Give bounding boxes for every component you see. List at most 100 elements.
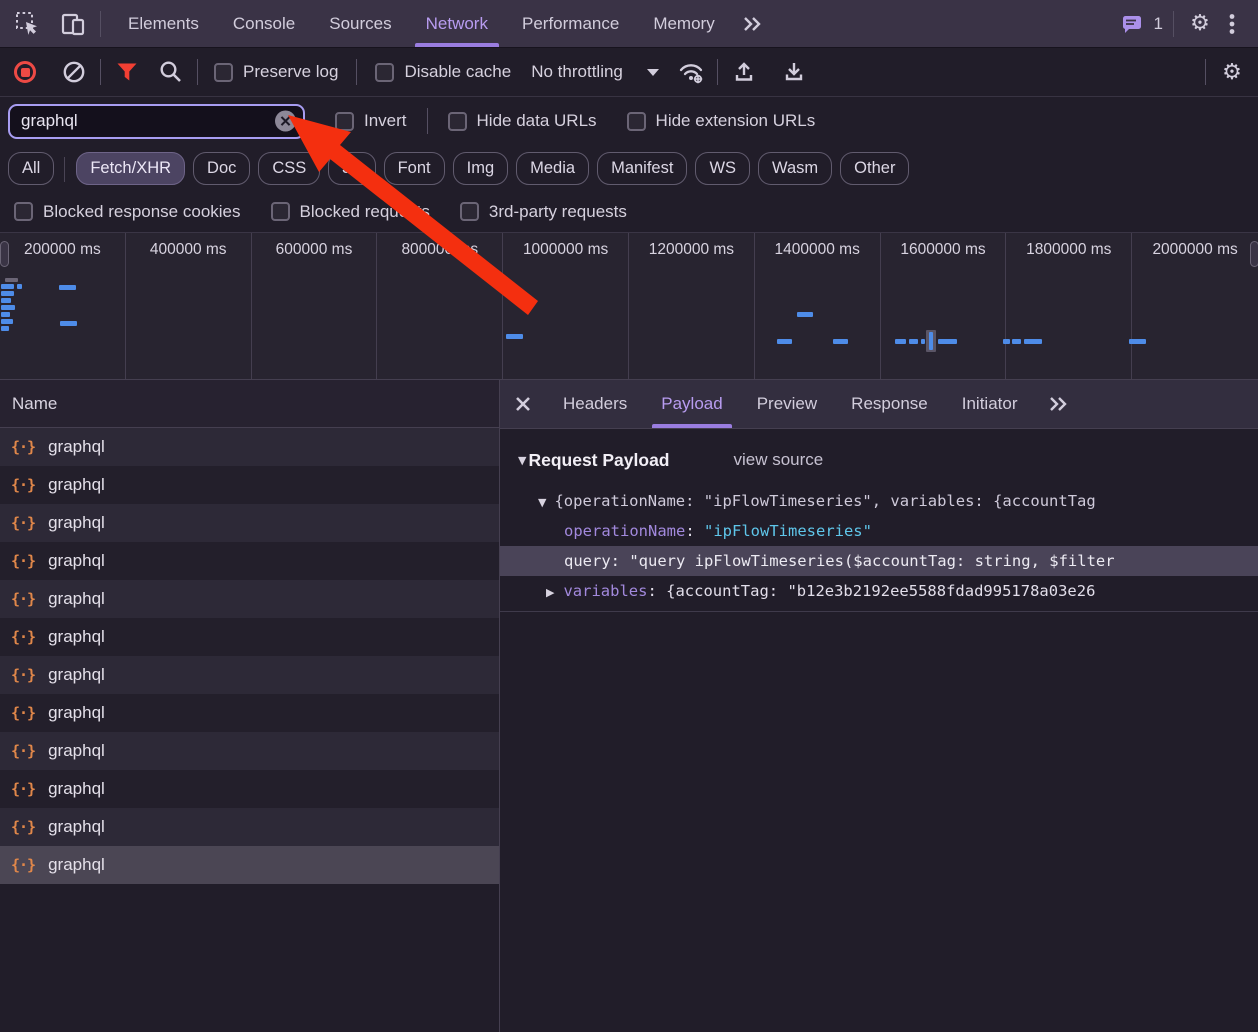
hide-extension-urls-checkbox[interactable]: Hide extension URLs: [627, 111, 816, 131]
payload-query-row-selected[interactable]: query: "query ipFlowTimeseries($accountT…: [500, 546, 1258, 576]
main-tab[interactable]: Sources: [312, 0, 408, 47]
filter-funnel-icon[interactable]: [111, 56, 143, 88]
type-filter-chip[interactable]: Media: [516, 152, 589, 185]
clear-input-icon[interactable]: ✕: [275, 111, 296, 132]
device-toolbar-icon[interactable]: [58, 8, 90, 40]
record-icon[interactable]: [14, 61, 36, 83]
network-conditions-icon[interactable]: [675, 56, 707, 88]
type-filter-chip[interactable]: WS: [695, 152, 750, 185]
invert-checkbox[interactable]: Invert: [335, 111, 407, 131]
view-source-link[interactable]: view source: [734, 450, 824, 470]
request-name: graphql: [48, 741, 105, 761]
gear-icon[interactable]: ⚙: [1216, 56, 1248, 88]
detail-tab[interactable]: Preview: [740, 380, 834, 428]
checkbox[interactable]: [448, 112, 467, 131]
type-filter-chip[interactable]: CSS: [258, 152, 320, 185]
preserve-log-checkbox[interactable]: Preserve log: [214, 62, 338, 82]
request-row[interactable]: {·} graphql: [0, 580, 499, 618]
collapse-triangle-icon[interactable]: ▼: [518, 454, 526, 467]
request-row[interactable]: {·} graphql: [0, 808, 499, 846]
request-row[interactable]: {·} graphql: [0, 694, 499, 732]
filter-row: graphql ✕ Invert Hide data URLs Hide ext…: [0, 97, 1258, 145]
main-tab-bar: Elements Console Sources Network Perform…: [0, 0, 1258, 48]
type-filter-chip[interactable]: Doc: [193, 152, 250, 185]
request-row[interactable]: {·} graphql: [0, 618, 499, 656]
blocked-requests-checkbox[interactable]: Blocked requests: [271, 202, 430, 222]
request-row[interactable]: {·} graphql: [0, 428, 499, 466]
third-party-requests-checkbox[interactable]: 3rd-party requests: [460, 202, 627, 222]
clear-icon[interactable]: [58, 56, 90, 88]
type-filter-chip[interactable]: Font: [384, 152, 445, 185]
issues-count[interactable]: 1: [1154, 14, 1163, 34]
more-detail-tabs-icon[interactable]: [1042, 388, 1074, 420]
fetch-xhr-icon: {·}: [11, 704, 35, 722]
third-party-requests-label: 3rd-party requests: [489, 202, 627, 222]
divider: [717, 59, 718, 85]
import-har-icon[interactable]: [728, 56, 760, 88]
detail-tab[interactable]: Payload: [644, 380, 739, 428]
request-row[interactable]: {·} graphql: [0, 504, 499, 542]
throttling-select[interactable]: No throttling: [531, 62, 659, 82]
type-filter-chip[interactable]: JS: [328, 152, 375, 185]
blocked-response-cookies-checkbox[interactable]: Blocked response cookies: [14, 202, 241, 222]
payload-operation-row[interactable]: operationName: "ipFlowTimeseries": [500, 516, 1258, 546]
detail-tab[interactable]: Response: [834, 380, 945, 428]
chat-icon[interactable]: [1116, 8, 1148, 40]
disable-cache-checkbox[interactable]: Disable cache: [375, 62, 511, 82]
request-row[interactable]: {·} graphql: [0, 466, 499, 504]
main-tab[interactable]: Console: [216, 0, 312, 47]
divider: [100, 11, 101, 37]
overview-right-handle[interactable]: [1250, 241, 1258, 267]
checkbox[interactable]: [271, 202, 290, 221]
checkbox[interactable]: [627, 112, 646, 131]
network-overview-timeline[interactable]: 200000 ms 400000 ms 600000 ms 800000 ms …: [0, 233, 1258, 380]
expand-triangle-icon[interactable]: ▼: [538, 496, 546, 509]
inspect-icon[interactable]: [12, 8, 44, 40]
type-filter-chip[interactable]: Img: [453, 152, 509, 185]
request-row[interactable]: {·} graphql: [0, 542, 499, 580]
payload-variables-row[interactable]: ▶variables: {accountTag: "b12e3b2192ee55…: [500, 576, 1258, 606]
type-filter-chip[interactable]: Fetch/XHR: [76, 152, 185, 185]
main-tab[interactable]: Elements: [111, 0, 216, 47]
divider: [356, 59, 357, 85]
section-divider: [500, 611, 1258, 612]
request-row[interactable]: {·} graphql: [0, 846, 499, 884]
detail-tab[interactable]: Initiator: [945, 380, 1035, 428]
main-tab[interactable]: Performance: [505, 0, 636, 47]
divider: [427, 108, 428, 134]
checkbox[interactable]: [375, 63, 394, 82]
type-filter-chip[interactable]: All: [8, 152, 54, 185]
overview-left-handle[interactable]: [0, 241, 9, 267]
fetch-xhr-icon: {·}: [11, 742, 35, 760]
hide-data-urls-label: Hide data URLs: [477, 111, 597, 131]
more-tabs-icon[interactable]: [736, 8, 768, 40]
request-row[interactable]: {·} graphql: [0, 656, 499, 694]
type-filter-chip[interactable]: Manifest: [597, 152, 687, 185]
json-key: variables: [563, 582, 647, 600]
type-filter-chip[interactable]: Wasm: [758, 152, 832, 185]
hide-extension-urls-label: Hide extension URLs: [656, 111, 816, 131]
gear-icon[interactable]: ⚙: [1184, 8, 1216, 40]
checkbox[interactable]: [14, 202, 33, 221]
hide-data-urls-checkbox[interactable]: Hide data URLs: [448, 111, 597, 131]
request-name: graphql: [48, 627, 105, 647]
close-icon[interactable]: [500, 396, 546, 412]
checkbox[interactable]: [335, 112, 354, 131]
checkbox[interactable]: [460, 202, 479, 221]
main-tab[interactable]: Network: [409, 0, 505, 47]
kebab-menu-icon[interactable]: [1216, 8, 1248, 40]
fetch-xhr-icon: {·}: [11, 438, 35, 456]
checkbox[interactable]: [214, 63, 233, 82]
type-filter-chip[interactable]: Other: [840, 152, 909, 185]
expand-triangle-icon[interactable]: ▶: [546, 586, 554, 599]
request-row[interactable]: {·} graphql: [0, 770, 499, 808]
search-icon[interactable]: [155, 56, 187, 88]
export-har-icon[interactable]: [778, 56, 810, 88]
payload-summary-row[interactable]: ▼{operationName: "ipFlowTimeseries", var…: [500, 486, 1258, 516]
main-tab[interactable]: Memory: [636, 0, 731, 47]
detail-tab[interactable]: Headers: [546, 380, 644, 428]
tab-bar-right: 1 ⚙: [1116, 8, 1258, 40]
filter-input[interactable]: graphql ✕: [8, 104, 305, 139]
name-column-header[interactable]: Name: [0, 380, 499, 428]
request-row[interactable]: {·} graphql: [0, 732, 499, 770]
